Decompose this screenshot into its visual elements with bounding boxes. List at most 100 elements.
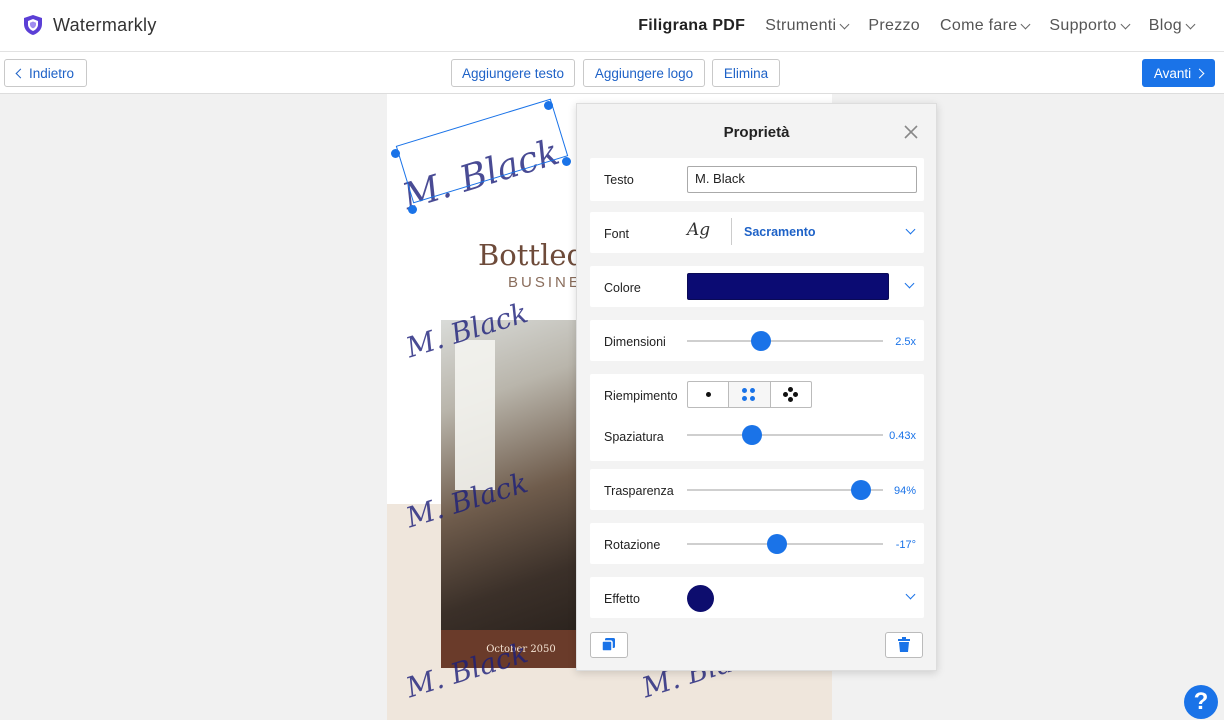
grid-dots-icon xyxy=(742,396,748,401)
divider xyxy=(731,218,732,245)
effect-label: Effetto xyxy=(604,592,640,606)
nav-item-strumenti[interactable]: Strumenti xyxy=(765,17,850,35)
nav-item-supporto[interactable]: Supporto xyxy=(1049,17,1131,35)
nav-item-come-fare[interactable]: Come fare xyxy=(940,17,1031,35)
top-navbar: Watermarkly Filigrana PDF Strumenti Prez… xyxy=(0,0,1224,52)
slider-knob[interactable] xyxy=(751,331,772,351)
fill-spacing-row: Riempimento Spaziatura 0.43x xyxy=(590,374,924,461)
effect-row[interactable]: Effetto xyxy=(590,577,924,618)
fill-grid-option[interactable] xyxy=(729,382,771,407)
nav-label: Filigrana PDF xyxy=(638,17,746,34)
nav-item-blog[interactable]: Blog xyxy=(1148,17,1196,35)
duplicate-icon xyxy=(601,638,615,652)
size-slider[interactable] xyxy=(687,331,883,351)
slider-knob[interactable] xyxy=(741,425,762,445)
nav-label: Come fare xyxy=(940,17,1018,34)
add-text-label: Aggiungere testo xyxy=(461,65,565,81)
resize-handle[interactable] xyxy=(544,101,553,110)
scatter-dots-icon xyxy=(787,397,793,402)
grid-dots-icon xyxy=(742,388,748,393)
document-title: Bottled xyxy=(478,238,586,272)
size-row: Dimensioni 2.5x xyxy=(590,320,924,361)
nav-item-prezzo[interactable]: Prezzo xyxy=(868,17,920,35)
rotation-row: Rotazione -17° xyxy=(590,523,924,564)
delete-label: Elimina xyxy=(723,65,769,81)
chevron-right-icon xyxy=(1194,68,1205,78)
chevron-down-icon xyxy=(905,224,916,235)
add-text-button[interactable]: Aggiungere testo xyxy=(451,59,575,87)
rotation-slider[interactable] xyxy=(687,534,883,554)
photo-window-detail xyxy=(455,340,495,490)
size-label: Dimensioni xyxy=(604,335,666,349)
trash-icon xyxy=(898,637,910,652)
scatter-dots-icon xyxy=(792,392,798,397)
duplicate-button[interactable] xyxy=(590,632,628,658)
next-button[interactable]: Avanti xyxy=(1142,59,1215,87)
font-sample: Ag xyxy=(687,220,711,240)
chevron-down-icon xyxy=(1020,19,1031,29)
text-label: Testo xyxy=(604,173,634,187)
scatter-dots-icon xyxy=(782,392,788,397)
color-label: Colore xyxy=(604,281,641,295)
transparency-value: 94% xyxy=(893,485,916,497)
resize-handle[interactable] xyxy=(562,157,571,166)
effect-preview xyxy=(687,585,714,612)
nav-label: Prezzo xyxy=(868,17,921,34)
editor-toolbar: Indietro Aggiungere testo Aggiungere log… xyxy=(0,52,1224,94)
next-label: Avanti xyxy=(1153,65,1192,81)
single-dot-icon xyxy=(706,392,711,397)
rotation-label: Rotazione xyxy=(604,538,661,552)
transparency-slider[interactable] xyxy=(687,480,883,500)
delete-watermark-button[interactable] xyxy=(885,632,923,658)
spacing-label: Spaziatura xyxy=(604,430,664,444)
brand-logo-link[interactable]: Watermarkly xyxy=(22,14,157,36)
chevron-down-icon xyxy=(839,19,850,29)
font-name: Sacramento xyxy=(744,225,816,239)
document-subtitle: BUSINE xyxy=(508,274,582,291)
nav-label: Blog xyxy=(1148,17,1182,34)
panel-title: Proprietà xyxy=(723,124,790,141)
grid-dots-icon xyxy=(750,388,756,393)
watermark-text-input[interactable]: M. Black xyxy=(687,166,917,193)
text-row: Testo M. Black xyxy=(590,158,924,201)
nav-label: Supporto xyxy=(1049,17,1117,34)
fill-single-option[interactable] xyxy=(688,382,730,407)
slider-track xyxy=(687,340,883,342)
spacing-slider[interactable] xyxy=(687,425,883,445)
chevron-down-icon xyxy=(1120,19,1131,29)
rotation-value: -17° xyxy=(895,539,916,551)
transparency-label: Trasparenza xyxy=(604,484,674,498)
resize-handle[interactable] xyxy=(391,149,400,158)
nav-label: Strumenti xyxy=(765,17,837,34)
help-button[interactable]: ? xyxy=(1184,685,1218,719)
slider-knob[interactable] xyxy=(767,534,788,554)
chevron-left-icon xyxy=(15,68,26,78)
shield-logo-icon xyxy=(24,15,42,35)
delete-button[interactable]: Elimina xyxy=(712,59,780,87)
add-logo-button[interactable]: Aggiungere logo xyxy=(583,59,705,87)
add-logo-label: Aggiungere logo xyxy=(594,65,694,81)
close-icon[interactable] xyxy=(903,124,919,140)
slider-track xyxy=(687,434,883,436)
font-row[interactable]: Font Ag Sacramento xyxy=(590,212,924,253)
brand-name: Watermarkly xyxy=(53,14,157,35)
resize-handle[interactable] xyxy=(408,205,417,214)
chevron-down-icon xyxy=(1185,19,1196,29)
fill-scatter-option[interactable] xyxy=(771,382,811,407)
grid-dots-icon xyxy=(750,396,756,401)
fill-label: Riempimento xyxy=(604,389,678,403)
nav-item-filigrana-pdf[interactable]: Filigrana PDF xyxy=(638,17,745,35)
color-row: Colore xyxy=(590,266,924,307)
main-nav: Filigrana PDF Strumenti Prezzo Come fare… xyxy=(638,17,1196,35)
transparency-row: Trasparenza 94% xyxy=(590,469,924,510)
back-button[interactable]: Indietro xyxy=(4,59,87,87)
fill-mode-group xyxy=(687,381,812,408)
chevron-down-icon[interactable] xyxy=(904,278,915,289)
properties-panel: Proprietà Testo M. Black Font Ag Sacrame… xyxy=(576,103,937,671)
color-picker[interactable] xyxy=(687,273,889,300)
scatter-dots-icon xyxy=(787,387,793,392)
font-label: Font xyxy=(604,227,630,241)
slider-knob[interactable] xyxy=(851,480,872,500)
chevron-down-icon xyxy=(905,589,916,600)
back-label: Indietro xyxy=(28,65,75,81)
